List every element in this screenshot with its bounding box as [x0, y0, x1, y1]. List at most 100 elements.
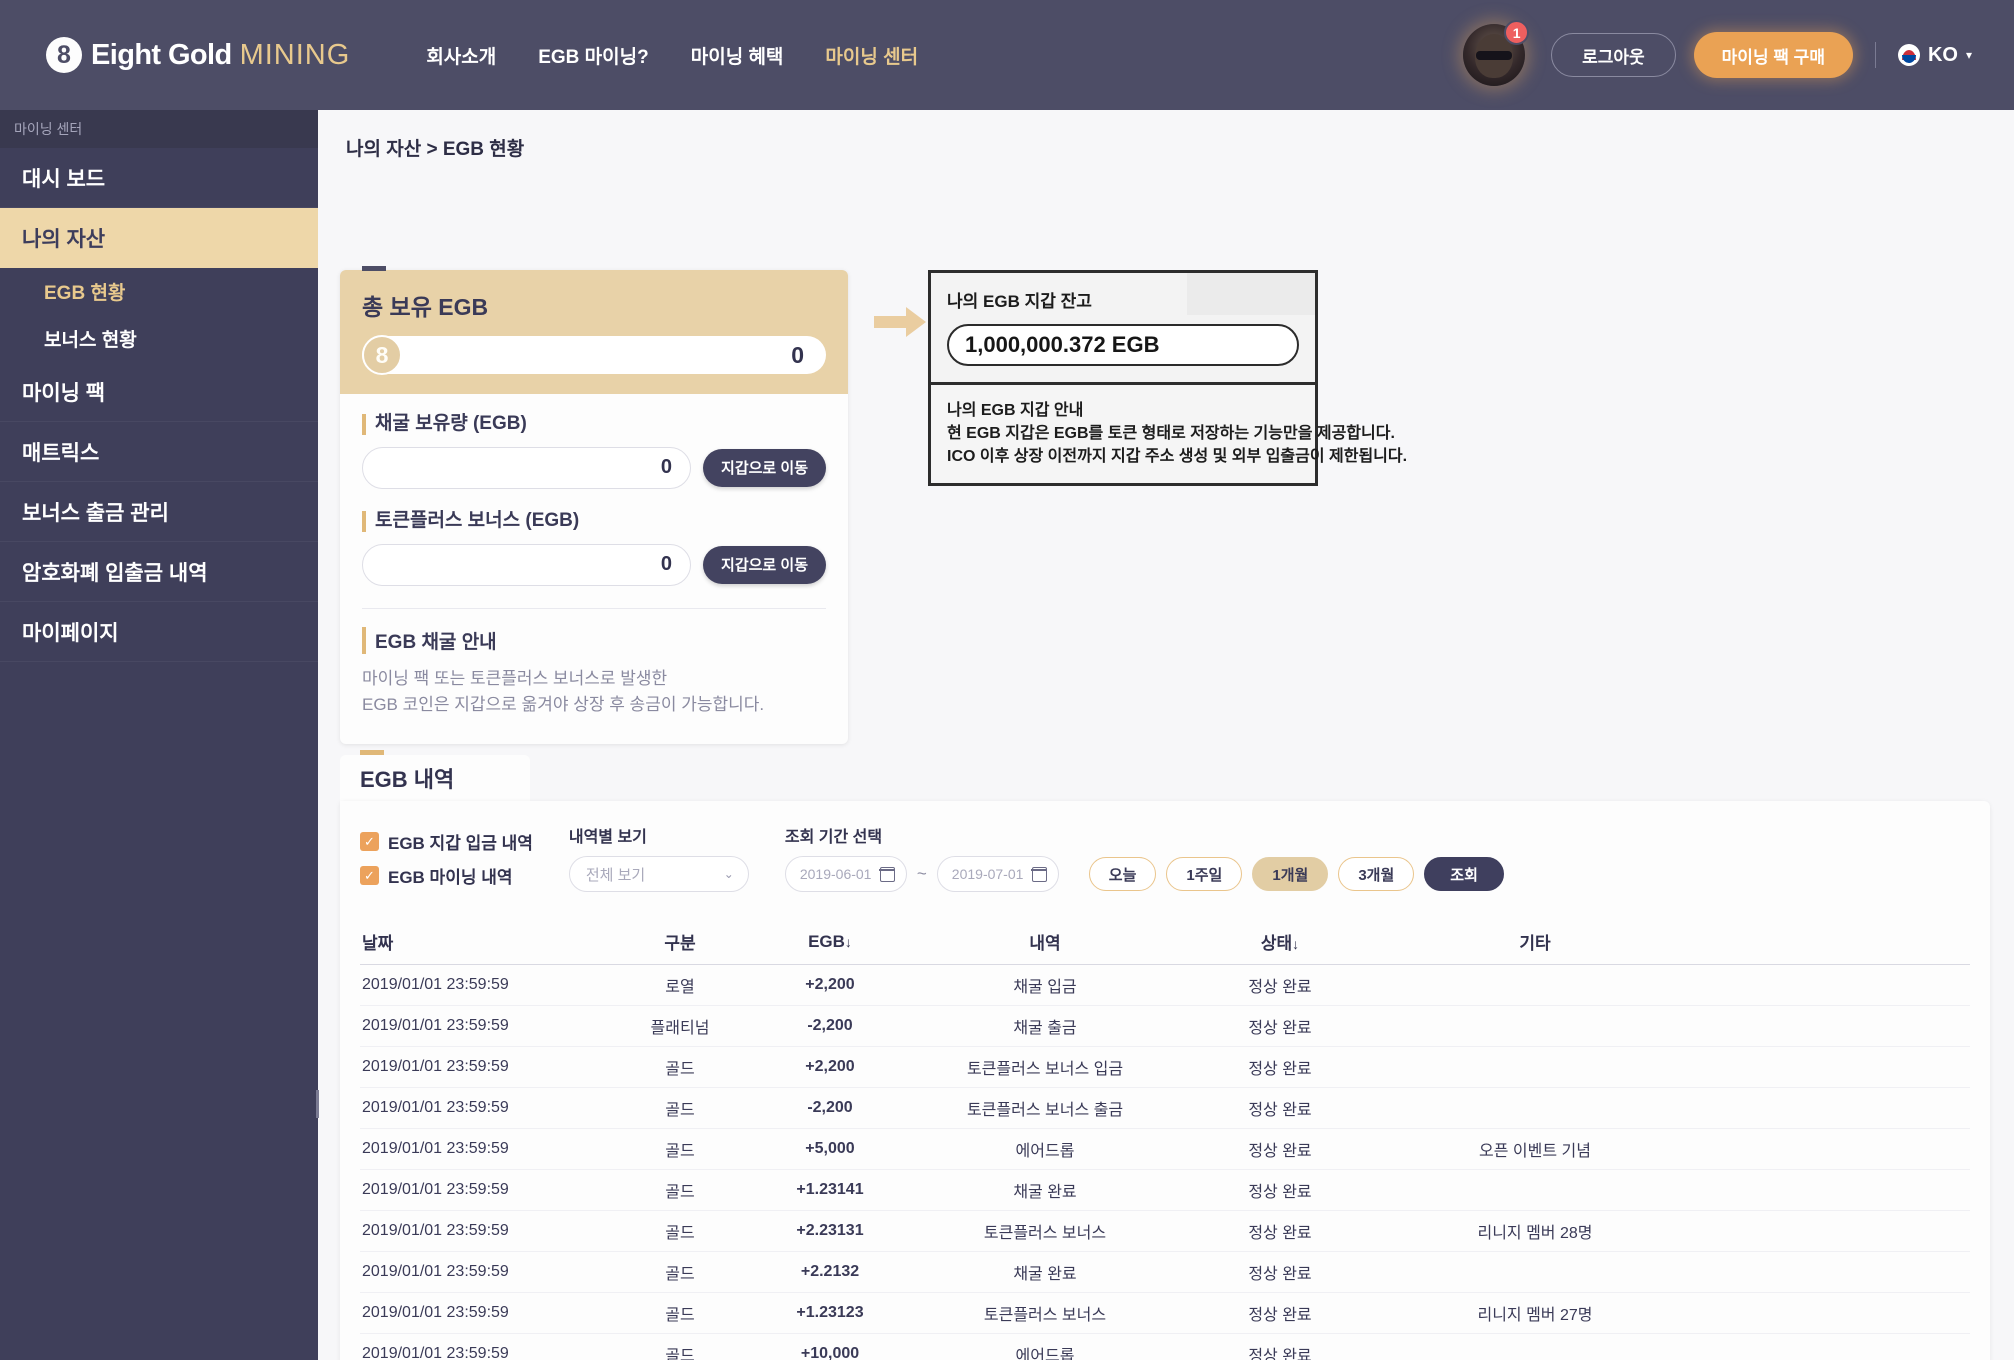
- range-3month-button[interactable]: 3개월: [1338, 857, 1415, 891]
- sort-down-icon: ↓: [844, 933, 852, 950]
- wallet-balance-label: 나의 EGB 지갑 잔고: [947, 292, 1092, 311]
- checkbox-mining-history-label: EGB 마이닝 내역: [388, 868, 513, 887]
- cell-date: 2019/01/01 23:59:59: [362, 1263, 509, 1280]
- cell-egb: +2,200: [805, 1058, 855, 1075]
- table-row[interactable]: 2019/01/01 23:59:59 골드 +1.23141 채굴 완료 정상…: [360, 1170, 1970, 1211]
- cell-desc: 채굴 출금: [1013, 1020, 1077, 1037]
- cell-date: 2019/01/01 23:59:59: [362, 1099, 509, 1116]
- cell-status: 정상 완료: [1248, 1102, 1312, 1119]
- range-1week-button[interactable]: 1주일: [1166, 857, 1243, 891]
- table-row[interactable]: 2019/01/01 23:59:59 골드 +2.2132 채굴 완료 정상 …: [360, 1252, 1970, 1293]
- table-row[interactable]: 2019/01/01 23:59:59 골드 +10,000 에어드롭 정상 완…: [360, 1334, 1970, 1360]
- egb-coin-icon: 8: [362, 335, 402, 375]
- sidebar-item-bonus-status[interactable]: 보너스 현황: [0, 315, 318, 362]
- date-to-input[interactable]: 2019-07-01: [936, 856, 1059, 892]
- mining-holdings-input[interactable]: [362, 446, 692, 489]
- table-row[interactable]: 2019/01/01 23:59:59 골드 -2,200 토큰플러스 보너스 …: [360, 1088, 1970, 1129]
- wallet-balance-top: 나의 EGB 지갑 잔고 1,000,000.372 EGB: [931, 273, 1315, 382]
- chevron-down-icon: ⌄: [723, 867, 734, 881]
- calendar-icon[interactable]: [1031, 866, 1047, 882]
- cell-date: 2019/01/01 23:59:59: [362, 1345, 509, 1360]
- table-row[interactable]: 2019/01/01 23:59:59 골드 +1.23123 토큰플러스 보너…: [360, 1293, 1970, 1334]
- sidebar-item-egb-status[interactable]: EGB 현황: [0, 268, 318, 315]
- table-row[interactable]: 2019/01/01 23:59:59 골드 +2,200 토큰플러스 보너스 …: [360, 1047, 1970, 1088]
- view-by-select[interactable]: 전체 보기 ⌄: [568, 856, 749, 892]
- column-header-status[interactable]: 상태↓: [1185, 929, 1375, 954]
- sidebar-item-matrix[interactable]: 매트릭스: [0, 422, 318, 482]
- right-arrow-icon: [874, 305, 928, 339]
- search-button[interactable]: 조회: [1424, 857, 1504, 891]
- header-divider: [1874, 42, 1876, 68]
- sidebar-item-mining-pack[interactable]: 마이닝 팩: [0, 362, 318, 422]
- nav-item-egb-mining[interactable]: EGB 마이닝?: [538, 42, 649, 69]
- cell-status: 정상 완료: [1248, 1143, 1312, 1160]
- top-header: 8 Eight Gold MINING 회사소개 EGB 마이닝? 마이닝 혜택 …: [0, 0, 2014, 110]
- range-button-group: 오늘 1주일 1개월 3개월 조회: [1088, 857, 1504, 892]
- wallet-balance-value: 1,000,000.372 EGB: [947, 324, 1299, 366]
- chevron-down-icon: ▾: [1965, 48, 1972, 62]
- avatar[interactable]: 1: [1463, 20, 1530, 86]
- move-to-wallet-bonus-button[interactable]: 지갑으로 이동: [703, 545, 826, 584]
- cell-etc: 리니지 멤버 27명: [1477, 1307, 1593, 1324]
- view-by-label: 내역별 보기: [568, 829, 647, 846]
- brand-text: Eight Gold MINING: [91, 39, 350, 72]
- range-1month-button[interactable]: 1개월: [1252, 857, 1329, 891]
- scroll-marker: [316, 1090, 319, 1118]
- nav-item-company[interactable]: 회사소개: [426, 42, 496, 69]
- cell-egb: -2,200: [807, 1099, 853, 1116]
- check-icon: ✓: [360, 866, 379, 885]
- column-header-egb[interactable]: EGB↓: [755, 932, 905, 952]
- sidebar-item-mypage[interactable]: 마이페이지: [0, 602, 318, 662]
- logout-button[interactable]: 로그아웃: [1551, 33, 1676, 77]
- cell-status: 정상 완료: [1248, 1020, 1312, 1037]
- sunglasses-icon: [1476, 51, 1513, 60]
- cell-egb: +1.23141: [796, 1181, 864, 1198]
- brand-logo[interactable]: 8 Eight Gold MINING: [46, 37, 350, 73]
- main-content: 나의 자산 > EGB 현황 총 보유 EGB 8 0 채굴 보유량 (EGB)…: [318, 110, 2014, 1360]
- tab-egb-history[interactable]: EGB 내역: [340, 750, 530, 801]
- table-row[interactable]: 2019/01/01 23:59:59 골드 +2.23131 토큰플러스 보너…: [360, 1211, 1970, 1252]
- nav-item-mining-benefits[interactable]: 마이닝 혜택: [691, 42, 784, 69]
- calendar-icon[interactable]: [879, 866, 895, 882]
- notification-badge[interactable]: 1: [1504, 20, 1530, 45]
- sidebar: 마이닝 센터 대시 보드 나의 자산 EGB 현황 보너스 현황 마이닝 팩 매…: [0, 110, 318, 1360]
- brand-secondary: MINING: [239, 38, 351, 71]
- check-icon: ✓: [360, 832, 379, 851]
- cell-type: 골드: [665, 1348, 695, 1360]
- cell-status: 정상 완료: [1248, 1184, 1312, 1201]
- nav-item-mining-center[interactable]: 마이닝 센터: [825, 42, 918, 69]
- main-nav: 회사소개 EGB 마이닝? 마이닝 혜택 마이닝 센터: [426, 42, 918, 69]
- range-today-button[interactable]: 오늘: [1088, 857, 1157, 891]
- table-row[interactable]: 2019/01/01 23:59:59 로열 +2,200 채굴 입금 정상 완…: [360, 965, 1970, 1006]
- sidebar-item-dashboard[interactable]: 대시 보드: [0, 148, 318, 208]
- cell-type: 골드: [665, 1102, 695, 1119]
- korea-flag-icon: [1897, 44, 1920, 66]
- cell-etc: 오픈 이벤트 기념: [1479, 1143, 1591, 1160]
- cell-type: 로열: [665, 979, 695, 996]
- date-from-input[interactable]: 2019-06-01: [784, 856, 907, 892]
- cell-egb: +2.2132: [800, 1263, 860, 1280]
- mining-holdings-row: 지갑으로 이동: [362, 446, 826, 489]
- column-header-date: 날짜: [362, 934, 394, 953]
- cell-status: 정상 완료: [1248, 979, 1312, 996]
- cell-egb: +10,000: [800, 1345, 860, 1360]
- table-row[interactable]: 2019/01/01 23:59:59 플래티넘 -2,200 채굴 출금 정상…: [360, 1006, 1970, 1047]
- move-to-wallet-mining-button[interactable]: 지갑으로 이동: [703, 448, 826, 487]
- tokenplus-bonus-input[interactable]: [362, 543, 692, 586]
- checkbox-mining-history[interactable]: ✓ EGB 마이닝 내역: [360, 863, 533, 888]
- mining-guide-line-2: EGB 코인은 지갑으로 옮겨야 상장 후 송금이 가능합니다.: [362, 695, 765, 715]
- view-by-value: 전체 보기: [585, 866, 646, 884]
- period-inputs: 2019-06-01 ~ 2019-07-01: [784, 856, 1059, 892]
- sidebar-item-bonus-withdrawal[interactable]: 보너스 출금 관리: [0, 482, 318, 542]
- header-right-group: 1 로그아웃 마이닝 팩 구매 KO ▾: [1463, 0, 1972, 110]
- sidebar-item-my-assets[interactable]: 나의 자산: [0, 208, 318, 268]
- cell-desc: 채굴 입금: [1013, 979, 1077, 996]
- cell-status: 정상 완료: [1248, 1266, 1312, 1283]
- language-selector[interactable]: KO ▾: [1897, 44, 1972, 67]
- wallet-info-title: 나의 EGB 지갑 안내: [947, 402, 1084, 419]
- table-row[interactable]: 2019/01/01 23:59:59 골드 +5,000 에어드롭 정상 완료…: [360, 1129, 1970, 1170]
- cell-status: 정상 완료: [1248, 1225, 1312, 1242]
- sidebar-item-crypto-history[interactable]: 암호화폐 입출금 내역: [0, 542, 318, 602]
- checkbox-wallet-deposit[interactable]: ✓ EGB 지갑 입금 내역: [360, 829, 533, 854]
- buy-mining-pack-button[interactable]: 마이닝 팩 구매: [1693, 32, 1853, 78]
